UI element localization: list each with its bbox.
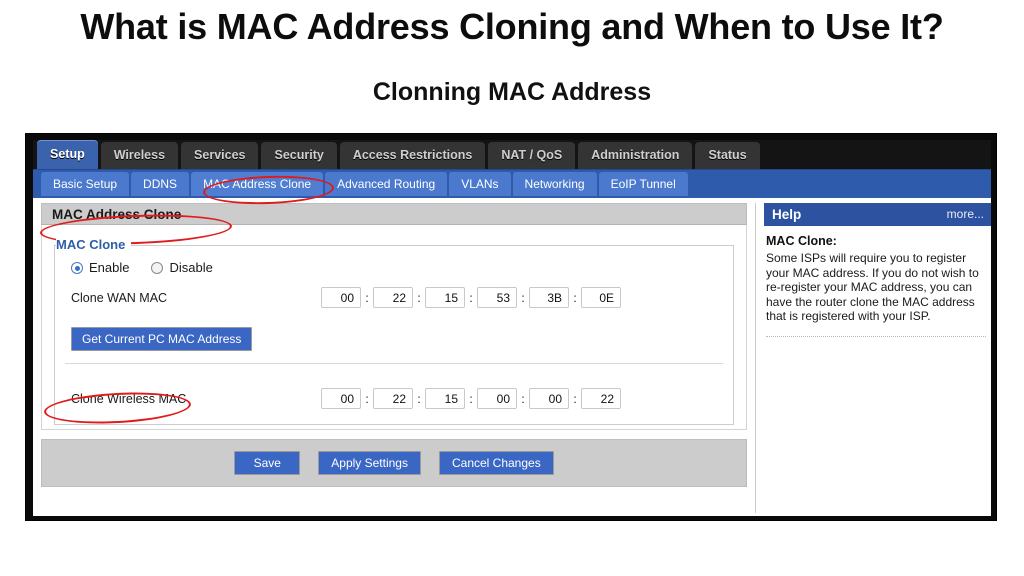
wireless-mac-sep-2: : xyxy=(417,391,421,406)
radio-disable[interactable]: Disable xyxy=(151,260,213,275)
wireless-mac-sep-5: : xyxy=(573,391,577,406)
help-title: Help xyxy=(772,207,802,222)
wan-mac-octet-5[interactable]: 3B xyxy=(529,287,569,308)
router-ui: Setup Wireless Services Security Access … xyxy=(33,140,991,516)
primary-tab-bar: Setup Wireless Services Security Access … xyxy=(33,140,991,169)
clone-wan-mac-label: Clone WAN MAC xyxy=(71,291,168,305)
wireless-mac-octet-5[interactable]: 00 xyxy=(529,388,569,409)
tab-setup[interactable]: Setup xyxy=(37,140,98,169)
wan-mac-octet-2[interactable]: 22 xyxy=(373,287,413,308)
tab-security[interactable]: Security xyxy=(261,142,337,169)
radio-disable-label: Disable xyxy=(169,260,213,275)
tab-status[interactable]: Status xyxy=(695,142,760,169)
page-subtitle: Clonning MAC Address xyxy=(372,78,652,106)
radio-disable-icon[interactable] xyxy=(151,262,164,274)
subtab-mac-address-clone[interactable]: MAC Address Clone xyxy=(191,172,324,196)
radio-enable-label: Enable xyxy=(89,260,130,275)
wan-mac-sep-3: : xyxy=(469,290,473,305)
router-admin-screenshot: Setup Wireless Services Security Access … xyxy=(25,133,997,521)
wireless-mac-octet-4[interactable]: 00 xyxy=(477,388,517,409)
page-title: What is MAC Address Cloning and When to … xyxy=(80,6,944,47)
help-term: MAC Clone: xyxy=(766,234,837,248)
tab-administration[interactable]: Administration xyxy=(578,142,693,169)
fieldset-divider xyxy=(65,363,723,364)
wireless-mac-octet-6[interactable]: 22 xyxy=(581,388,621,409)
wan-mac-octet-1[interactable]: 00 xyxy=(321,287,361,308)
wireless-mac-octet-2[interactable]: 22 xyxy=(373,388,413,409)
clone-wan-mac-row: Clone WAN MAC 00:22:15:53:3B:0E xyxy=(71,287,723,313)
help-text: Some ISPs will require you to register y… xyxy=(766,251,979,323)
clone-wireless-mac-input-group: 00:22:15:00:00:22 xyxy=(321,388,621,409)
cancel-changes-button[interactable]: Cancel Changes xyxy=(438,451,554,475)
mac-clone-fieldset: Enable Disable Clone WAN MAC 00:22:15:53… xyxy=(54,246,734,425)
wan-mac-octet-4[interactable]: 53 xyxy=(477,287,517,308)
subtab-networking[interactable]: Networking xyxy=(512,172,597,196)
help-header: Help more... xyxy=(764,203,991,226)
wireless-mac-sep-3: : xyxy=(469,391,473,406)
wireless-mac-octet-1[interactable]: 00 xyxy=(321,388,361,409)
tab-nat-qos[interactable]: NAT / QoS xyxy=(488,142,576,169)
save-button[interactable]: Save xyxy=(234,451,301,475)
subtab-ddns[interactable]: DDNS xyxy=(131,172,190,196)
section-header: MAC Address Clone xyxy=(41,203,747,225)
radio-enable[interactable]: Enable xyxy=(71,260,129,275)
wan-mac-sep-4: : xyxy=(521,290,525,305)
wireless-mac-sep-1: : xyxy=(365,391,369,406)
help-body: MAC Clone: Some ISPs will require you to… xyxy=(764,226,991,337)
wan-mac-sep-5: : xyxy=(573,290,577,305)
radio-enable-icon[interactable] xyxy=(71,262,83,274)
apply-settings-button[interactable]: Apply Settings xyxy=(318,451,421,475)
clone-wireless-mac-label: Clone Wireless MAC xyxy=(71,392,187,406)
tab-services[interactable]: Services xyxy=(181,142,259,169)
help-more-link[interactable]: more... xyxy=(947,203,984,226)
fieldset-rule xyxy=(54,245,734,246)
tab-access-restrictions[interactable]: Access Restrictions xyxy=(339,142,486,169)
get-current-pc-mac-address-button[interactable]: Get Current PC MAC Address xyxy=(71,327,253,351)
wan-mac-sep-1: : xyxy=(365,290,369,305)
action-button-bar: Save Apply Settings Cancel Changes xyxy=(41,439,747,487)
slide: What is MAC Address Cloning and When to … xyxy=(0,0,1024,576)
subtab-advanced-routing[interactable]: Advanced Routing xyxy=(325,172,448,196)
mac-clone-toggle-group: Enable Disable xyxy=(71,260,723,275)
subtab-vlans[interactable]: VLANs xyxy=(449,172,511,196)
wan-mac-octet-3[interactable]: 15 xyxy=(425,287,465,308)
wireless-mac-octet-3[interactable]: 15 xyxy=(425,388,465,409)
help-separator xyxy=(766,335,986,337)
fieldset-title-mac-clone: MAC Clone xyxy=(56,237,132,252)
clone-wireless-mac-row: Clone Wireless MAC 00:22:15:00:00:22 xyxy=(71,388,723,414)
wan-mac-sep-2: : xyxy=(417,290,421,305)
wireless-mac-sep-4: : xyxy=(521,391,525,406)
tab-wireless[interactable]: Wireless xyxy=(100,142,179,169)
subtab-eoip-tunnel[interactable]: EoIP Tunnel xyxy=(598,172,688,196)
secondary-tab-bar: Basic Setup DDNS MAC Address Clone Advan… xyxy=(33,169,991,198)
router-content-area: MAC Address Clone MAC Clone Enable Disab… xyxy=(33,198,991,516)
clone-wan-mac-input-group: 00:22:15:53:3B:0E xyxy=(321,287,621,308)
wan-mac-octet-6[interactable]: 0E xyxy=(581,287,621,308)
mac-clone-panel: MAC Clone Enable Disable Clone WAN MAC 0… xyxy=(41,225,747,430)
subtab-basic-setup[interactable]: Basic Setup xyxy=(41,172,130,196)
help-column: Help more... MAC Clone: Some ISPs will r… xyxy=(755,203,991,513)
settings-column: MAC Address Clone MAC Clone Enable Disab… xyxy=(41,203,747,513)
